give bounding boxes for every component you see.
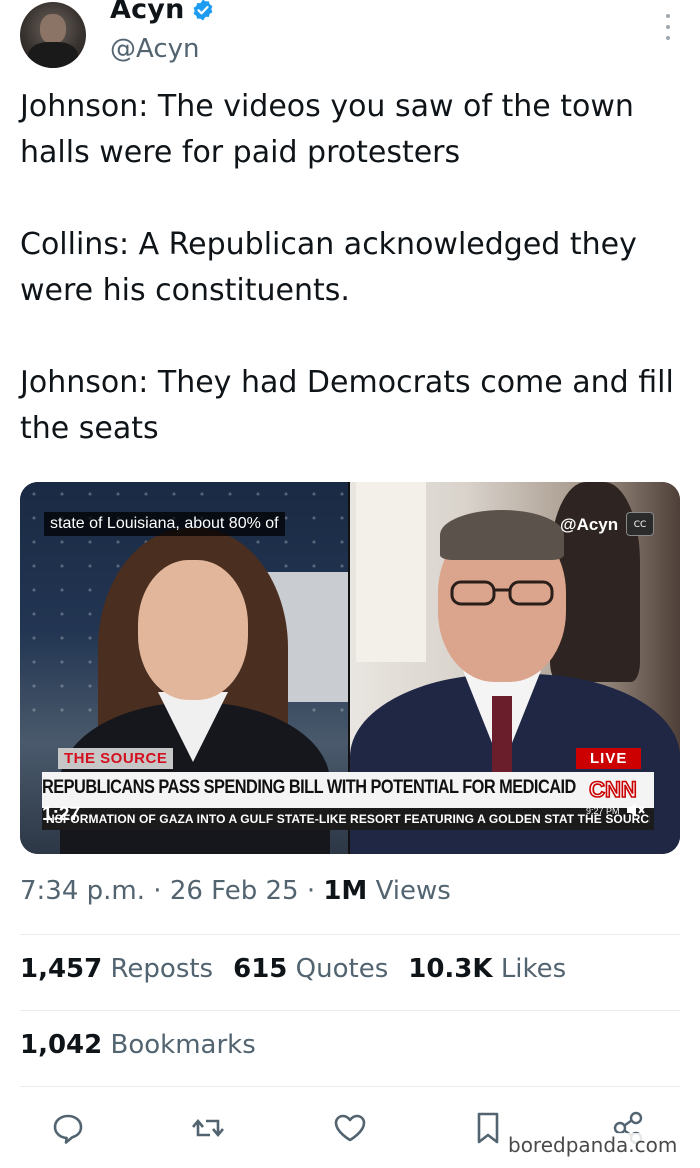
tweet-paragraph: Johnson: They had Democrats come and fil… bbox=[20, 365, 674, 446]
video-watermark: @Acyn bbox=[560, 515, 619, 534]
tweet-paragraph: Collins: A Republican acknowledged they … bbox=[20, 227, 637, 308]
more-dot bbox=[666, 25, 670, 29]
author-name-row[interactable]: Acyn bbox=[110, 0, 215, 25]
more-options-icon[interactable] bbox=[666, 14, 672, 40]
verified-badge-icon bbox=[193, 0, 212, 20]
views-count: 1M bbox=[323, 876, 368, 906]
chyron-headline: REPUBLICANS PASS SPENDING BILL WITH POTE… bbox=[42, 777, 623, 798]
news-ticker: NSFORMATION OF GAZA INTO A GULF STATE-LI… bbox=[46, 812, 650, 826]
quotes-count: 615 bbox=[233, 954, 288, 984]
guest-hair bbox=[440, 510, 564, 560]
mute-icon[interactable] bbox=[626, 802, 646, 818]
author-name[interactable]: Acyn bbox=[110, 0, 185, 25]
avatar-face bbox=[40, 14, 66, 44]
repost-icon[interactable] bbox=[188, 1108, 228, 1148]
avatar[interactable] bbox=[20, 2, 86, 68]
divider bbox=[20, 934, 680, 935]
tweet-date[interactable]: 26 Feb 25 bbox=[170, 876, 299, 906]
closed-caption: state of Louisiana, about 80% of bbox=[44, 512, 285, 536]
tweet-paragraph: Johnson: The videos you saw of the town … bbox=[20, 89, 634, 170]
svg-text:CNN: CNN bbox=[589, 777, 637, 802]
guest-tie bbox=[492, 696, 512, 776]
tweet-text: Johnson: The videos you saw of the town … bbox=[20, 84, 680, 498]
glasses-icon bbox=[450, 580, 554, 606]
tweet-meta: 7:34 p.m. · 26 Feb 25 · 1M Views bbox=[20, 876, 451, 906]
show-tag: THE SOURCE bbox=[58, 748, 174, 769]
divider bbox=[20, 1086, 680, 1087]
views-label: Views bbox=[375, 876, 451, 906]
cc-button[interactable]: CC bbox=[626, 512, 654, 536]
reposts-stat[interactable]: 1,457 Reposts bbox=[20, 954, 213, 984]
tweet-stats: 1,457 Reposts 615 Quotes 10.3K Likes bbox=[20, 954, 566, 984]
meta-separator: · bbox=[306, 876, 324, 906]
bookmarks-label: Bookmarks bbox=[110, 1030, 256, 1060]
bookmarks-count: 1,042 bbox=[20, 1030, 103, 1060]
reply-icon[interactable] bbox=[48, 1108, 88, 1148]
reposts-label: Reposts bbox=[110, 954, 214, 984]
more-dot bbox=[666, 14, 670, 18]
likes-stat[interactable]: 10.3K Likes bbox=[408, 954, 566, 984]
quotes-label: Quotes bbox=[295, 954, 389, 984]
likes-label: Likes bbox=[500, 954, 567, 984]
divider bbox=[20, 1010, 680, 1011]
avatar-body bbox=[28, 42, 78, 68]
tweet-header: Acyn @Acyn bbox=[20, 0, 680, 70]
video-elapsed-time: 1:27 bbox=[42, 804, 81, 825]
broadcast-clock: 9:27 PM bbox=[586, 806, 620, 816]
bookmark-icon[interactable] bbox=[468, 1108, 508, 1148]
meta-separator: · bbox=[153, 876, 170, 906]
more-dot bbox=[666, 36, 670, 40]
reposts-count: 1,457 bbox=[20, 954, 103, 984]
video-player[interactable]: state of Louisiana, about 80% of @Acyn C… bbox=[20, 482, 680, 854]
author-handle[interactable]: @Acyn bbox=[110, 34, 200, 64]
live-badge: LIVE bbox=[576, 748, 642, 769]
tweet-time[interactable]: 7:34 p.m. bbox=[20, 876, 145, 906]
anchor-face bbox=[138, 560, 248, 700]
like-icon[interactable] bbox=[330, 1108, 370, 1148]
quotes-stat[interactable]: 615 Quotes bbox=[233, 954, 388, 984]
bookmarks-stat[interactable]: 1,042 Bookmarks bbox=[20, 1030, 256, 1060]
curtain-backdrop bbox=[356, 482, 426, 662]
cnn-logo-icon: CNN bbox=[578, 775, 648, 803]
likes-count: 10.3K bbox=[408, 954, 493, 984]
site-watermark: boredpanda.com bbox=[506, 1133, 680, 1157]
